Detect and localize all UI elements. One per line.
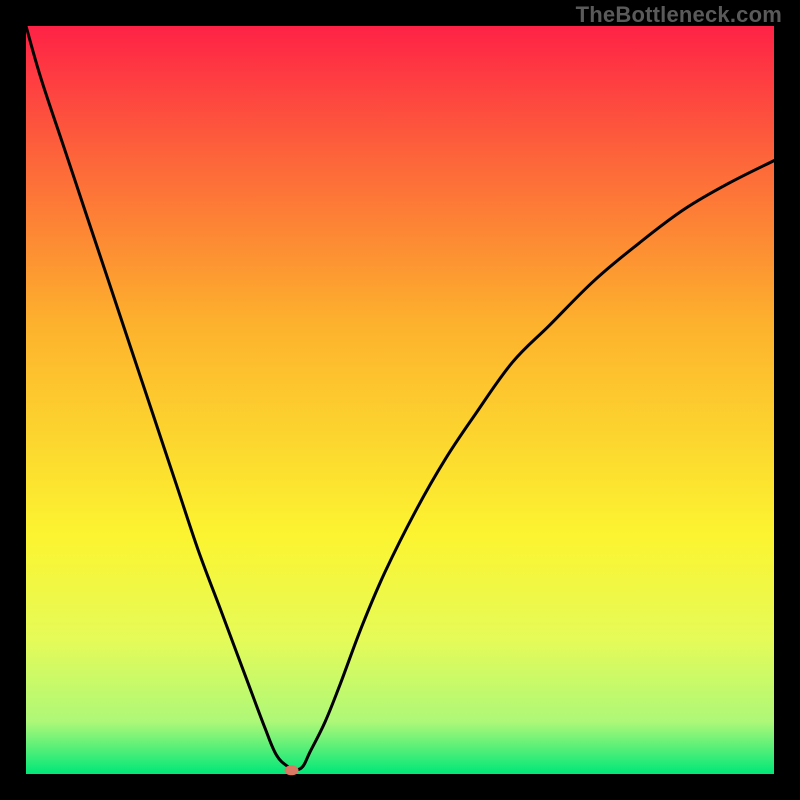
- plot-svg: [0, 0, 800, 800]
- plot-background: [26, 26, 774, 774]
- minimum-marker: [285, 765, 299, 775]
- chart: TheBottleneck.com: [0, 0, 800, 800]
- watermark-text: TheBottleneck.com: [576, 2, 782, 28]
